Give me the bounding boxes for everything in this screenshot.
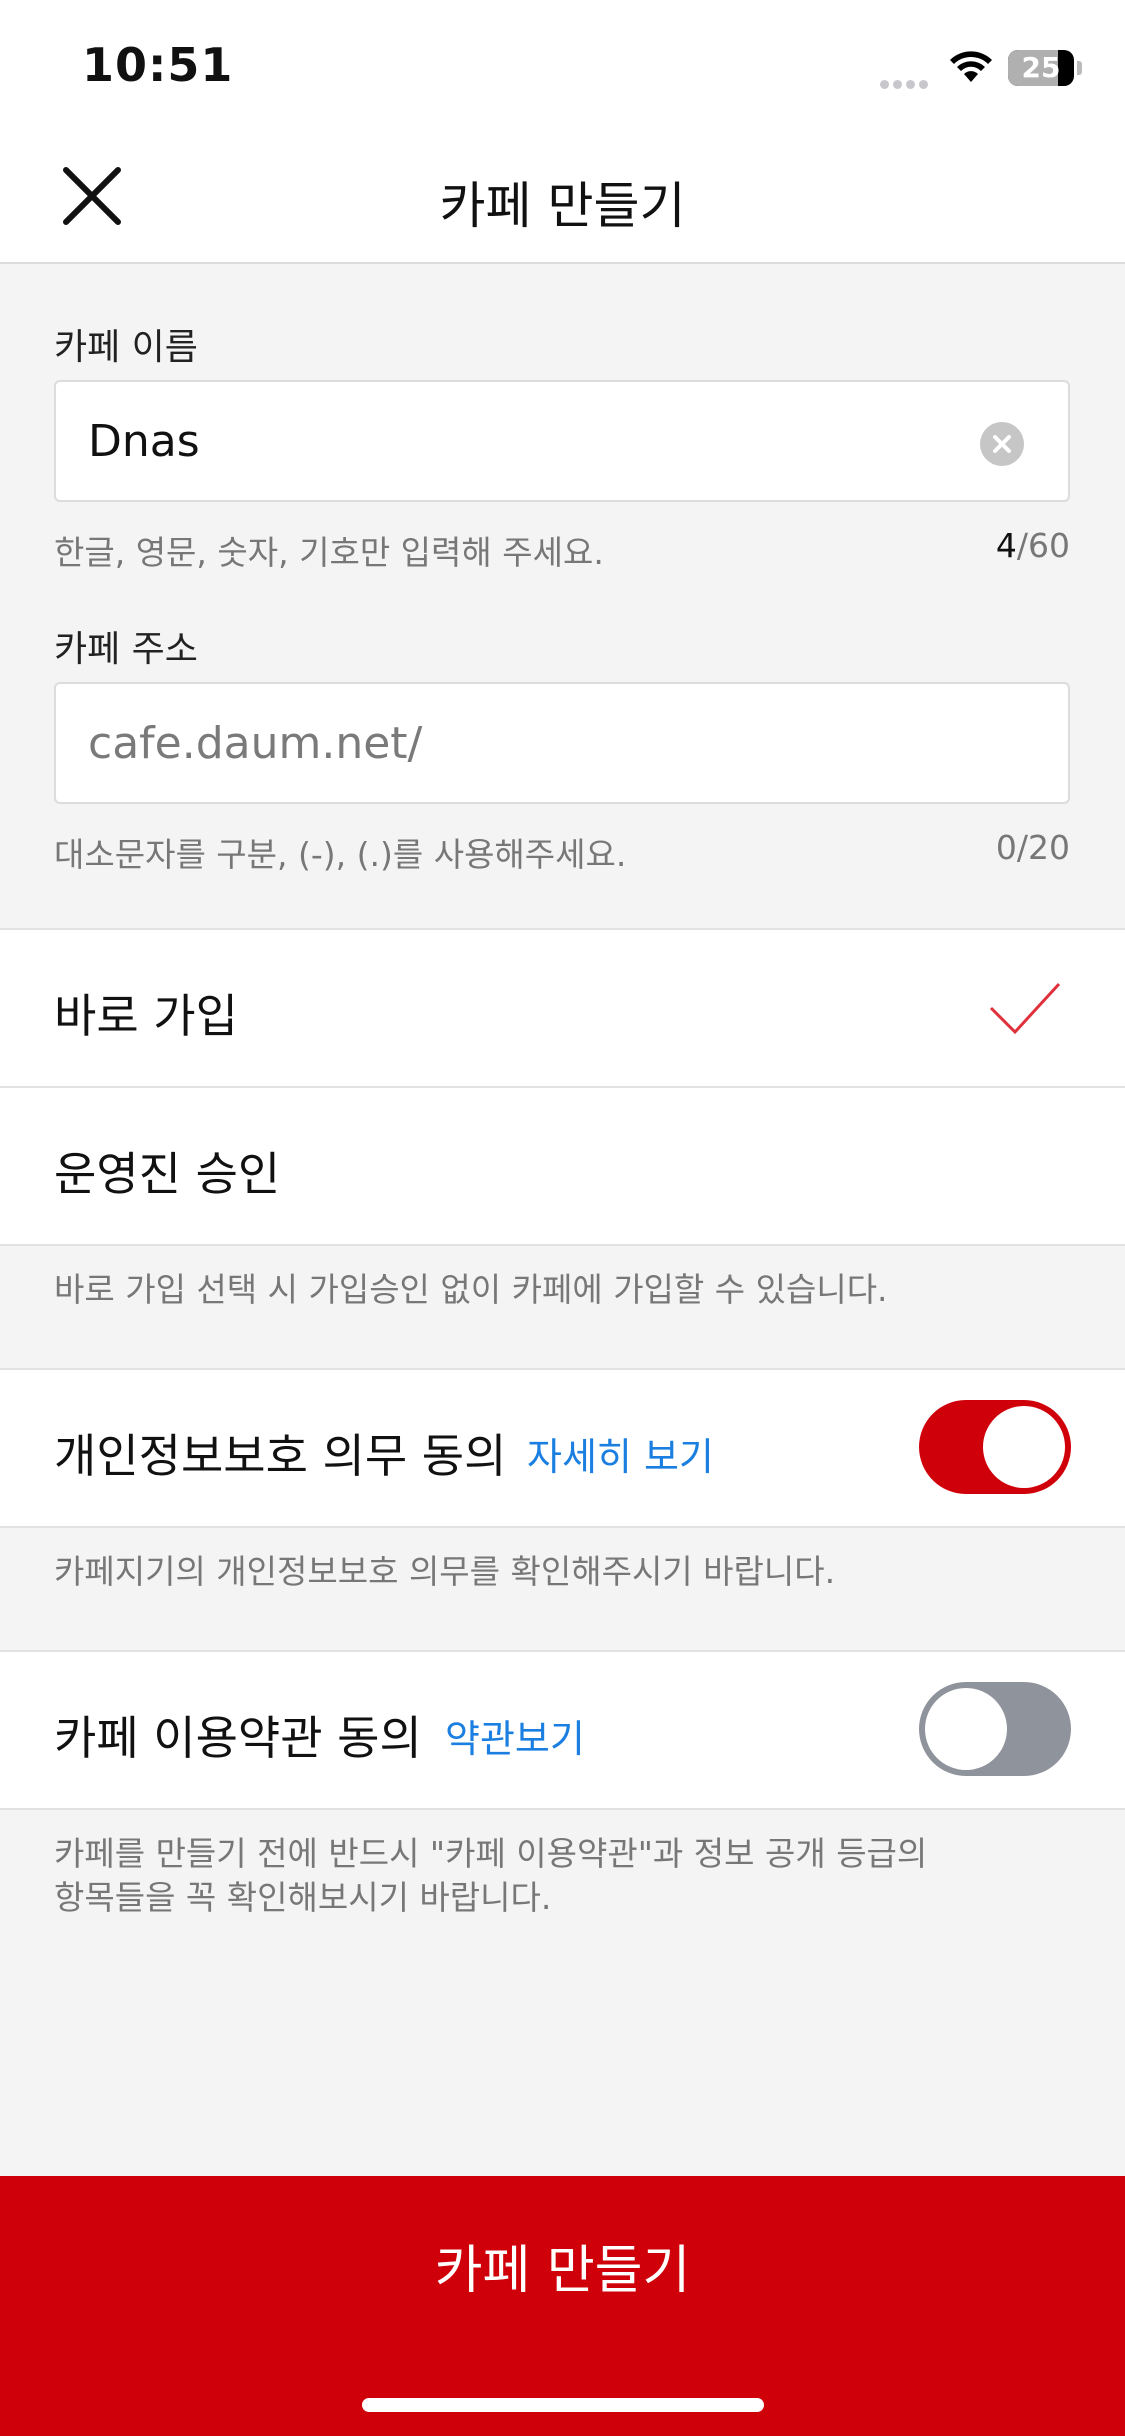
privacy-note: 카페지기의 개인정보보호 의무를 확인해주시기 바랍니다. (54, 1552, 836, 1591)
nav-header: 카페 만들기 (0, 132, 1125, 264)
battery-level: 25 (1021, 51, 1061, 84)
page-title: 카페 만들기 (439, 177, 686, 235)
join-option-approval[interactable]: 운영진 승인 (0, 1086, 1125, 1244)
terms-note-line-2: 항목들을 꼭 확인해보시기 바랍니다. (54, 1878, 552, 1917)
divider (0, 1808, 1125, 1810)
cafe-name-input[interactable]: Dnas (54, 380, 1070, 502)
status-bar: 10:51 25 (0, 0, 1125, 132)
clear-icon (993, 435, 1011, 453)
privacy-agreement-row: 개인정보보호 의무 동의 자세히 보기 (0, 1368, 1125, 1526)
clear-input-button[interactable] (980, 422, 1024, 466)
join-option-approval-label: 운영진 승인 (54, 1147, 281, 1201)
join-option-note: 바로 가입 선택 시 가입승인 없이 카페에 가입할 수 있습니다. (54, 1270, 888, 1309)
terms-note: 카페를 만들기 전에 반드시 "카페 이용약관"과 정보 공개 등급의 항목들을… (54, 1832, 927, 1920)
cafe-address-label: 카페 주소 (54, 629, 198, 670)
cafe-address-placeholder: cafe.daum.net/ (88, 718, 423, 769)
cafe-name-count: 4/60 (996, 526, 1070, 565)
cafe-address-helper: 대소문자를 구분, (-), (.)를 사용해주세요. (54, 835, 627, 874)
cafe-address-input[interactable]: cafe.daum.net/ (54, 682, 1070, 804)
status-time: 10:51 (82, 38, 234, 92)
terms-agreement-toggle[interactable] (919, 1682, 1071, 1776)
cellular-signal-icon (880, 74, 932, 89)
cafe-address-count: 0/20 (995, 828, 1070, 867)
checkmark-icon (989, 982, 1061, 1035)
toggle-knob (925, 1688, 1007, 1770)
divider (0, 1244, 1125, 1246)
join-option-instant[interactable]: 바로 가입 (0, 928, 1125, 1086)
divider (0, 1526, 1125, 1528)
cafe-name-label: 카페 이름 (54, 327, 198, 368)
join-option-instant-label: 바로 가입 (54, 989, 238, 1043)
cafe-name-value: Dnas (88, 416, 200, 467)
battery-cap (1077, 61, 1082, 75)
terms-agreement-label: 카페 이용약관 동의 (54, 1711, 422, 1765)
terms-note-line-1: 카페를 만들기 전에 반드시 "카페 이용약관"과 정보 공개 등급의 (54, 1834, 928, 1873)
terms-agreement-row: 카페 이용약관 동의 약관보기 (0, 1650, 1125, 1808)
privacy-details-link[interactable]: 자세히 보기 (527, 1426, 714, 1481)
privacy-agreement-label: 개인정보보호 의무 동의 (54, 1429, 507, 1483)
cafe-name-helper: 한글, 영문, 숫자, 기호만 입력해 주세요. (54, 533, 604, 572)
terms-view-link[interactable]: 약관보기 (445, 1708, 585, 1763)
wifi-icon (950, 51, 992, 82)
create-cafe-button-label: 카페 만들기 (434, 2241, 691, 2301)
home-indicator (362, 2398, 764, 2412)
privacy-agreement-toggle[interactable] (919, 1400, 1071, 1494)
battery-icon: 25 (1008, 50, 1074, 86)
cafe-name-count-max: /60 (1016, 526, 1070, 565)
create-cafe-button[interactable]: 카페 만들기 (0, 2176, 1125, 2436)
cafe-name-count-current: 4 (995, 526, 1017, 565)
toggle-knob (983, 1406, 1065, 1488)
